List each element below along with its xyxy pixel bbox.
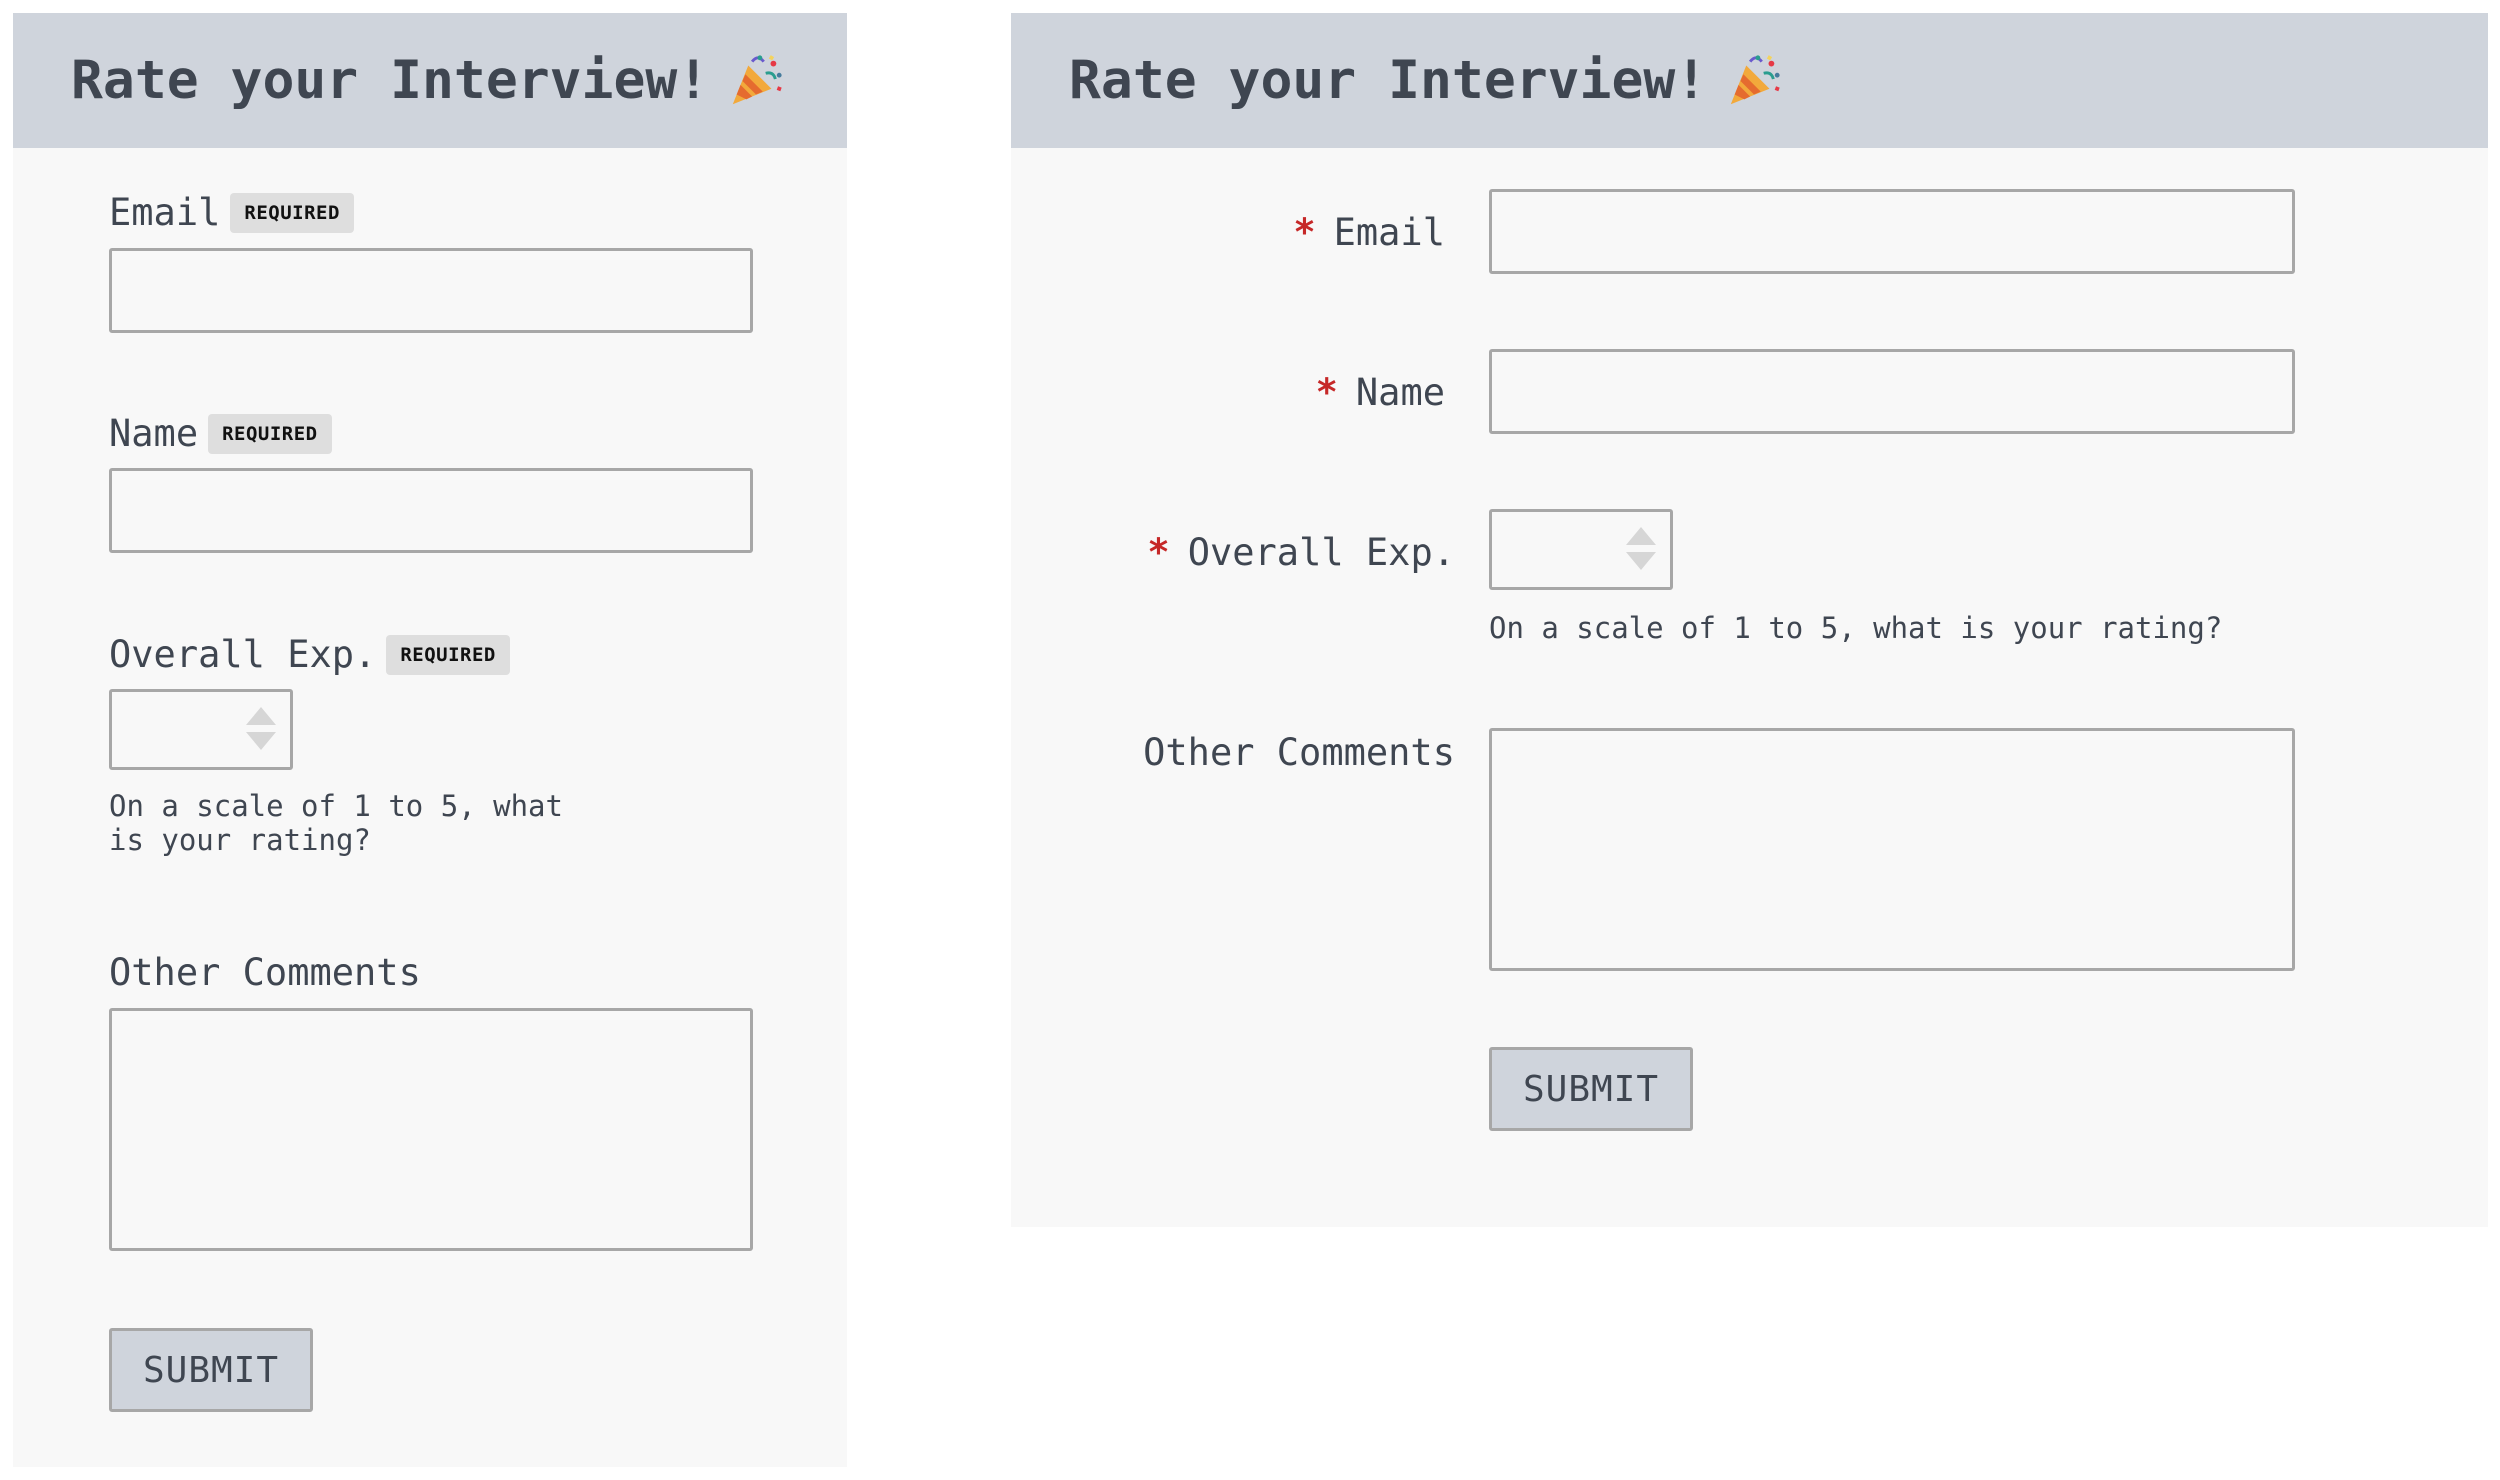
form-header: Rate your Interview! xyxy=(13,13,847,148)
name-input[interactable] xyxy=(1489,349,2295,434)
number-spinner-icon[interactable] xyxy=(246,704,276,754)
overall-exp-number-input[interactable] xyxy=(109,689,293,770)
spinner-down-icon[interactable] xyxy=(1626,552,1656,570)
inline-form-panel: Rate your Interview! * Email * Name * Overa… xyxy=(1011,13,2488,1227)
name-label-text: Name xyxy=(109,412,199,455)
required-badge: REQUIRED xyxy=(230,193,354,233)
comments-label: Other Comments xyxy=(1143,731,1455,774)
name-label: Name REQUIRED xyxy=(109,412,332,455)
name-input[interactable] xyxy=(109,468,753,553)
required-star: * xyxy=(1315,371,1338,414)
overall-exp-label-text: Overall Exp. xyxy=(1187,531,1455,574)
email-label: Email REQUIRED xyxy=(109,191,354,234)
party-popper-icon xyxy=(1730,54,1780,104)
email-input[interactable] xyxy=(109,248,753,333)
overall-exp-hint: On a scale of 1 to 5, what is your ratin… xyxy=(109,789,563,857)
name-label-text: Name xyxy=(1355,371,1445,414)
form-header: Rate your Interview! xyxy=(1011,13,2488,148)
spinner-up-icon[interactable] xyxy=(246,707,276,725)
form-title: Rate your Interview! xyxy=(71,50,710,111)
spinner-up-icon[interactable] xyxy=(1626,527,1656,545)
overall-exp-number-input[interactable] xyxy=(1489,509,1673,590)
required-badge: REQUIRED xyxy=(208,414,332,454)
required-star: * xyxy=(1293,211,1316,254)
submit-button[interactable]: SUBMIT xyxy=(1489,1047,1693,1131)
comments-textarea[interactable] xyxy=(109,1008,753,1251)
required-star: * xyxy=(1147,531,1170,574)
overall-exp-label-text: Overall Exp. xyxy=(109,633,377,676)
name-label: * Name xyxy=(1316,371,1445,414)
stacked-form-panel: Rate your Interview! Email REQUIRED Name R… xyxy=(13,13,847,1467)
number-spinner-icon[interactable] xyxy=(1626,524,1656,574)
party-popper-icon xyxy=(732,54,782,104)
email-label-text: Email xyxy=(1333,211,1445,254)
required-badge: REQUIRED xyxy=(386,635,510,675)
comments-label: Other Comments xyxy=(109,951,421,994)
overall-exp-hint: On a scale of 1 to 5, what is your ratin… xyxy=(1489,611,2223,645)
email-label: * Email xyxy=(1293,211,1445,254)
overall-exp-label: * Overall Exp. xyxy=(1147,531,1455,574)
overall-exp-label: Overall Exp. REQUIRED xyxy=(109,633,510,676)
form-title: Rate your Interview! xyxy=(1069,50,1708,111)
submit-button[interactable]: SUBMIT xyxy=(109,1328,313,1412)
spinner-down-icon[interactable] xyxy=(246,732,276,750)
email-input[interactable] xyxy=(1489,189,2295,274)
comments-textarea[interactable] xyxy=(1489,728,2295,971)
email-label-text: Email xyxy=(109,191,221,234)
